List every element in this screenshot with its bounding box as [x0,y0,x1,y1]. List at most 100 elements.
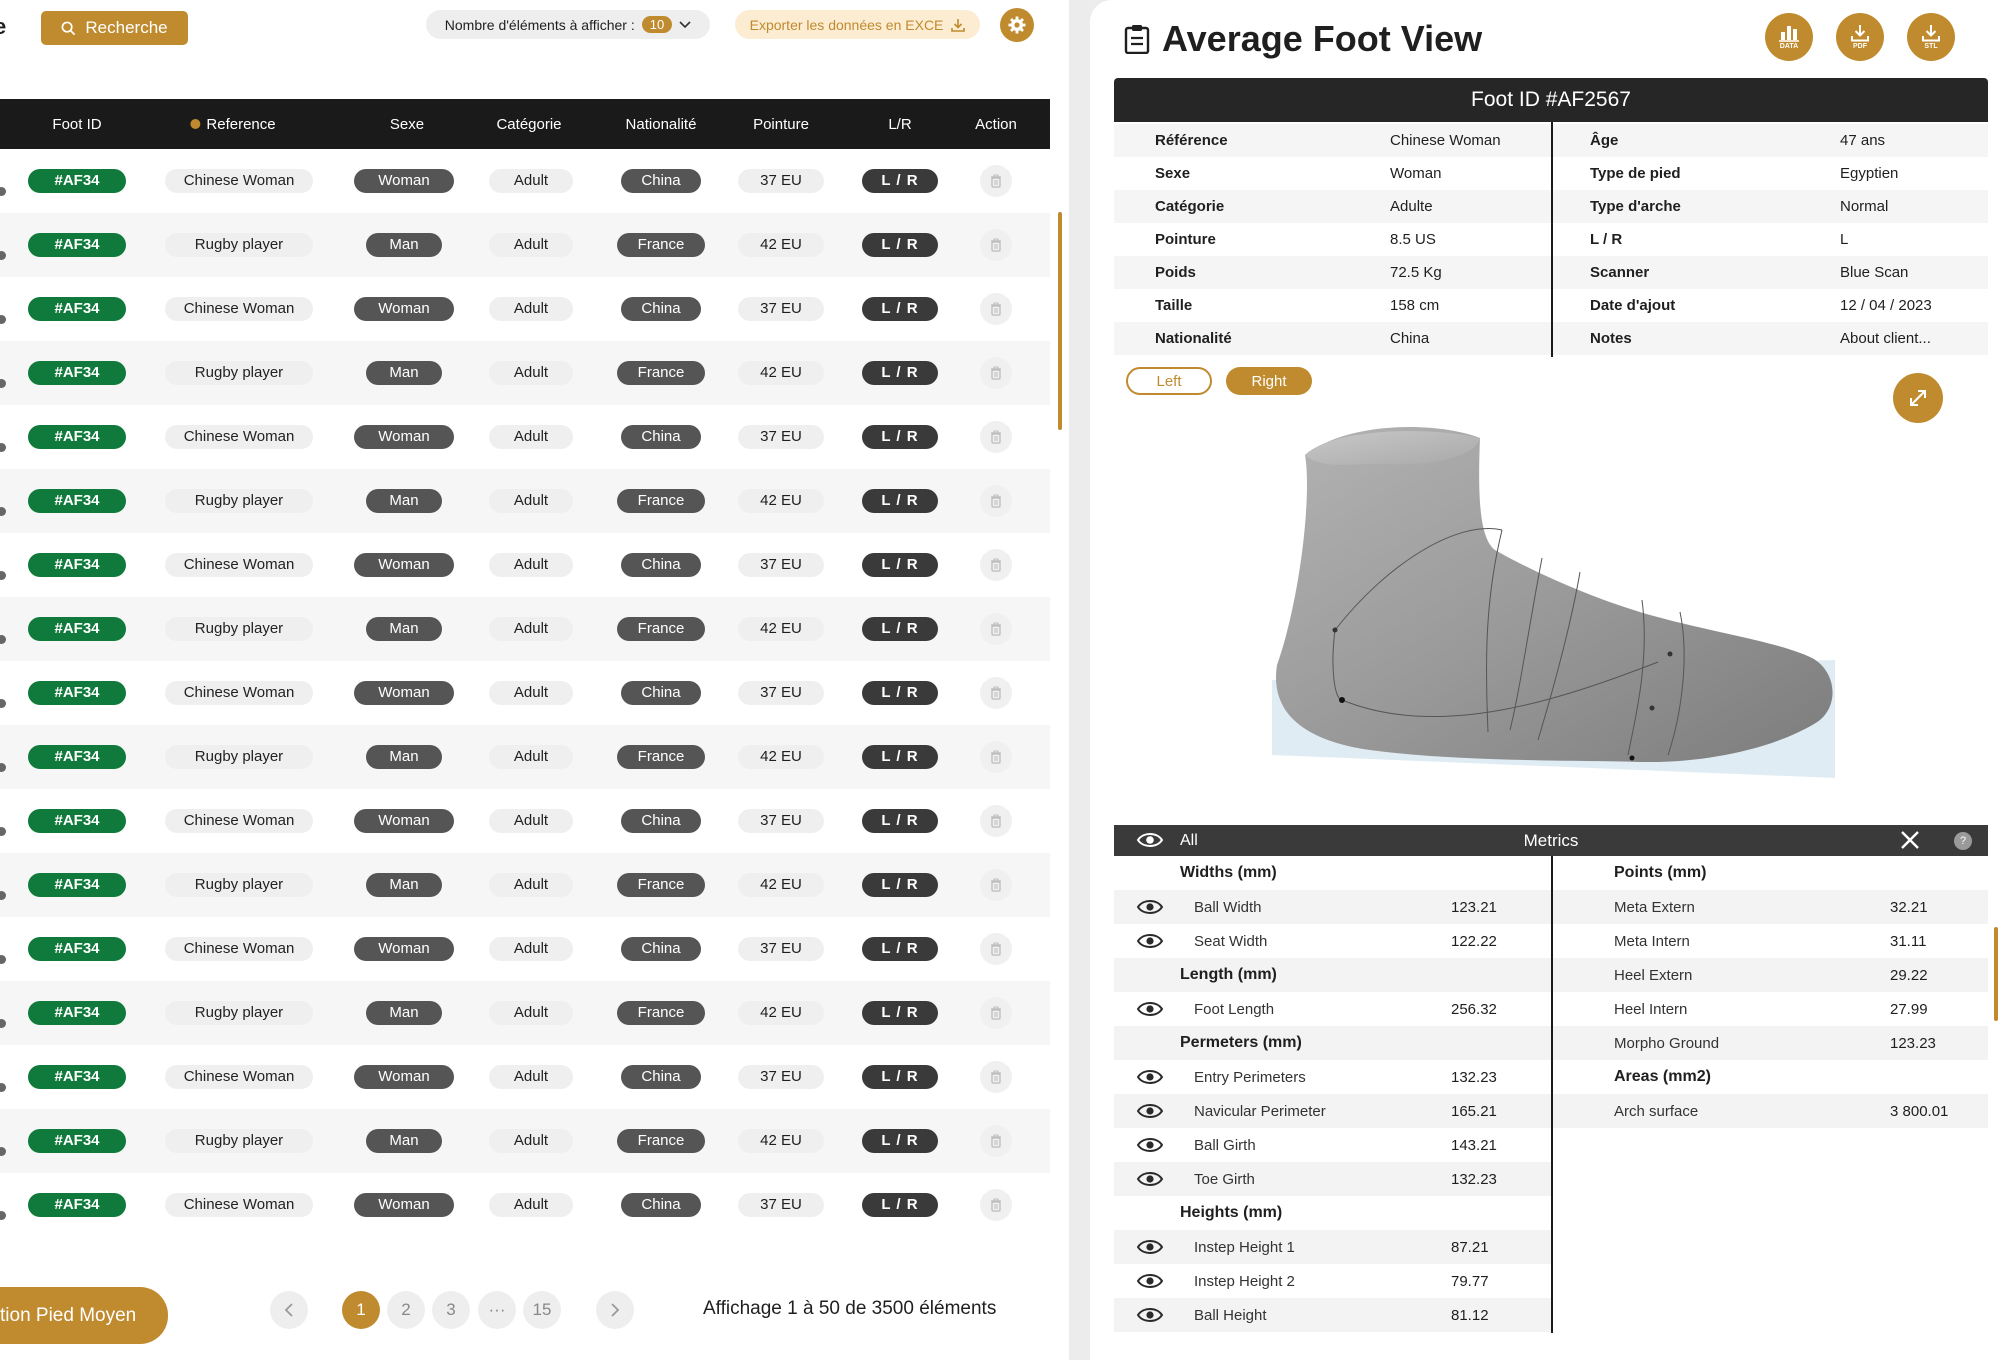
column-header-categorie[interactable]: Catégorie [496,99,561,149]
column-header-reference[interactable]: Reference [190,99,276,149]
toggle-right-button[interactable]: Right [1226,367,1312,395]
help-icon[interactable]: ? [1954,832,1972,850]
search-button[interactable]: Recherche [41,11,188,45]
page-ellipsis[interactable]: ··· [478,1291,516,1329]
row-handle-icon[interactable] [0,635,6,644]
table-row[interactable]: #AF34 Rugby player Man Adult France 42 EU L / … [0,981,1050,1045]
delete-button[interactable] [980,613,1012,645]
row-handle-icon[interactable] [0,315,6,324]
table-row[interactable]: #AF34 Chinese Woman Woman Adult China 37 EU L … [0,789,1050,853]
table-row[interactable]: #AF34 Chinese Woman Woman Adult China 37 EU L … [0,1045,1050,1109]
foot-3d-model[interactable] [1090,400,2002,800]
eye-icon[interactable] [1136,1101,1164,1121]
column-header-sexe[interactable]: Sexe [390,99,424,149]
column-header-lr[interactable]: L/R [888,99,911,149]
eye-icon[interactable] [1136,829,1164,851]
page-button-1[interactable]: 1 [342,1291,380,1329]
delete-button[interactable] [980,869,1012,901]
eye-icon[interactable] [1136,1305,1164,1325]
row-handle-icon[interactable] [0,699,6,708]
table-row[interactable]: #AF34 Chinese Woman Woman Adult China 37 EU L … [0,1173,1050,1237]
row-handle-icon[interactable] [0,379,6,388]
trash-icon [991,174,1001,188]
delete-button[interactable] [980,485,1012,517]
metrics-all-label[interactable]: All [1180,832,1198,850]
delete-button[interactable] [980,1125,1012,1157]
stl-download-button[interactable]: STL [1907,13,1955,61]
table-row[interactable]: #AF34 Chinese Woman Woman Adult China 37 EU L … [0,277,1050,341]
row-handle-icon[interactable] [0,891,6,900]
page-button-3[interactable]: 3 [432,1291,470,1329]
table-row[interactable]: #AF34 Rugby player Man Adult France 42 EU L / … [0,1109,1050,1173]
settings-button[interactable] [1000,8,1034,42]
row-handle-icon[interactable] [0,187,6,196]
row-handle-icon[interactable] [0,571,6,580]
reference-chip: Rugby player [165,745,313,769]
table-row[interactable]: #AF34 Chinese Woman Woman Adult China 37 EU L … [0,917,1050,981]
delete-button[interactable] [980,357,1012,389]
close-icon[interactable] [1900,830,1920,850]
delete-button[interactable] [980,741,1012,773]
eye-icon[interactable] [1136,1237,1164,1257]
row-handle-icon[interactable] [0,763,6,772]
table-row[interactable]: #AF34 Chinese Woman Woman Adult China 37 EU L … [0,661,1050,725]
delete-button[interactable] [980,229,1012,261]
delete-button[interactable] [980,933,1012,965]
toggle-left-button[interactable]: Left [1126,367,1212,395]
table-row[interactable]: #AF34 Rugby player Man Adult France 42 EU L / … [0,341,1050,405]
table-row[interactable]: #AF34 Rugby player Man Adult France 42 EU L / … [0,597,1050,661]
delete-button[interactable] [980,805,1012,837]
delete-button[interactable] [980,549,1012,581]
export-excel-button[interactable]: Exporter les données en EXCE [735,10,980,39]
metric-section-header: Permeters (mm) [1114,1026,1551,1060]
eye-icon[interactable] [1136,1169,1164,1189]
delete-button[interactable] [980,1189,1012,1221]
table-row[interactable]: #AF34 Chinese Woman Woman Adult China 37 EU L … [0,149,1050,213]
items-per-page-select[interactable]: Nombre d'éléments à afficher : 10 [426,10,710,39]
page-button-15[interactable]: 15 [523,1291,561,1329]
metric-row: Heel Extern 29.22 [1553,958,1988,992]
delete-button[interactable] [980,293,1012,325]
table-row[interactable]: #AF34 Rugby player Man Adult France 42 EU L / … [0,725,1050,789]
table-row[interactable]: #AF34 Chinese Woman Woman Adult China 37 EU L … [0,405,1050,469]
delete-button[interactable] [980,165,1012,197]
pied-moyen-button[interactable]: tion Pied Moyen [0,1287,168,1344]
data-download-button[interactable]: DATA [1765,13,1813,61]
table-row[interactable]: #AF34 Rugby player Man Adult France 42 EU L / … [0,853,1050,917]
metrics-scrollbar[interactable] [1994,927,1998,1021]
metric-row: Entry Perimeters 132.23 [1114,1060,1551,1094]
next-page-button[interactable] [596,1291,634,1329]
eye-icon[interactable] [1136,1067,1164,1087]
row-handle-icon[interactable] [0,507,6,516]
column-header-nationalite[interactable]: Nationalité [626,99,697,149]
column-header-pointure[interactable]: Pointure [753,99,809,149]
table-row[interactable]: #AF34 Chinese Woman Woman Adult China 37 EU L … [0,533,1050,597]
eye-icon[interactable] [1136,999,1164,1019]
delete-button[interactable] [980,677,1012,709]
table-scrollbar[interactable] [1058,212,1062,430]
pdf-download-button[interactable]: PDF [1836,13,1884,61]
delete-button[interactable] [980,1061,1012,1093]
eye-icon[interactable] [1136,897,1164,917]
row-handle-icon[interactable] [0,955,6,964]
delete-button[interactable] [980,421,1012,453]
delete-button[interactable] [980,997,1012,1029]
row-handle-icon[interactable] [0,251,6,260]
eye-icon[interactable] [1136,1135,1164,1155]
page-button-2[interactable]: 2 [387,1291,425,1329]
row-handle-icon[interactable] [0,443,6,452]
prev-page-button[interactable] [270,1291,308,1329]
eye-icon[interactable] [1136,1271,1164,1291]
row-handle-icon[interactable] [0,827,6,836]
metrics-body: Widths (mm) Ball Width 123.21 Seat Width 122… [1114,856,1988,1333]
table-row[interactable]: #AF34 Rugby player Man Adult France 42 EU L / … [0,469,1050,533]
row-handle-icon[interactable] [0,1211,6,1220]
table-row[interactable]: #AF34 Rugby player Man Adult France 42 EU L / … [0,213,1050,277]
row-handle-icon[interactable] [0,1019,6,1028]
row-handle-icon[interactable] [0,1083,6,1092]
eye-icon[interactable] [1136,931,1164,951]
metric-row: Navicular Perimeter 165.21 [1114,1094,1551,1128]
column-header-foot-id[interactable]: Foot ID [52,99,101,149]
lr-cell: L / R [862,425,938,449]
row-handle-icon[interactable] [0,1147,6,1156]
